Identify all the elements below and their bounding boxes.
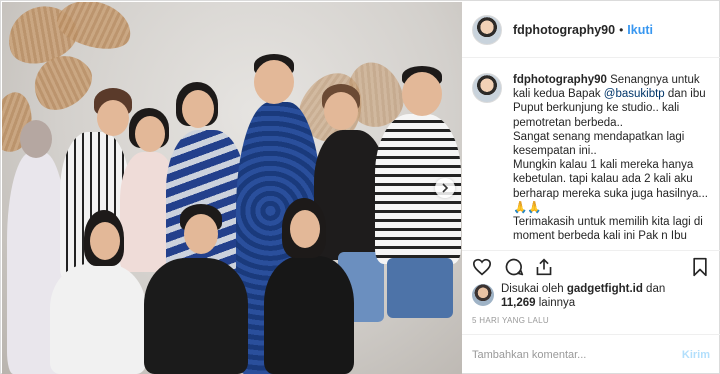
person-head xyxy=(182,90,214,128)
likes-text: Disukai oleh gadgetfight.id dan 11,269 l… xyxy=(501,282,665,310)
separator-dot: • xyxy=(619,22,624,37)
likes-middle: dan xyxy=(642,283,666,295)
likes-prefix: Disukai oleh xyxy=(501,283,567,295)
person-head xyxy=(402,72,442,116)
share-icon[interactable] xyxy=(534,257,554,277)
person-head xyxy=(20,120,52,158)
comment-icon[interactable] xyxy=(504,257,524,277)
post-timestamp[interactable]: 5 HARI YANG LALU xyxy=(472,316,549,325)
caption-text: fdphotography90 Senangnya untuk kali ked… xyxy=(513,73,710,243)
follow-button[interactable]: Ikuti xyxy=(627,23,653,37)
caption-line: Mungkin kalau 1 kali mereka hanya kebetu… xyxy=(513,159,708,200)
caption-username[interactable]: fdphotography90 xyxy=(513,74,607,86)
caption-line: 🙏🙏 xyxy=(513,201,542,214)
caption-mention[interactable]: @basukibtp xyxy=(604,88,665,100)
caption: fdphotography90 Senangnya untuk kali ked… xyxy=(472,73,710,243)
header-username[interactable]: fdphotography90 xyxy=(513,23,615,37)
caption-line: Sangat senang mendapatkan lagi kesempata… xyxy=(513,130,685,158)
post-sidebar: fdphotography90 • Ikuti fdphotography90 … xyxy=(462,2,720,374)
avatar[interactable] xyxy=(472,73,502,103)
person xyxy=(50,264,146,374)
post-header: fdphotography90 • Ikuti xyxy=(462,2,720,58)
heart-icon[interactable] xyxy=(472,257,492,277)
likes-suffix: lainnya xyxy=(535,297,576,309)
post-photo[interactable] xyxy=(2,2,462,374)
add-comment-bar: Tambahkan komentar... Kirim xyxy=(462,334,720,374)
person-head xyxy=(324,92,358,130)
post-dialog: fdphotography90 • Ikuti fdphotography90 … xyxy=(0,0,720,374)
person-head xyxy=(184,214,218,254)
person-head xyxy=(97,100,129,136)
likes-user[interactable]: gadgetfight.id xyxy=(567,283,643,295)
person-head xyxy=(135,116,165,152)
send-button[interactable]: Kirim xyxy=(682,349,710,361)
person-head xyxy=(90,222,120,260)
comment-input[interactable]: Tambahkan komentar... xyxy=(472,349,682,361)
person xyxy=(264,256,354,374)
likes-summary: Disukai oleh gadgetfight.id dan 11,269 l… xyxy=(472,282,665,310)
person-legs xyxy=(387,258,453,318)
person-head xyxy=(290,210,320,248)
avatar[interactable] xyxy=(472,14,502,45)
caption-line: Terimakasih untuk memilih kita lagi di m… xyxy=(513,216,703,243)
action-bar xyxy=(462,250,720,280)
chevron-right-icon[interactable] xyxy=(435,178,455,198)
avatar[interactable] xyxy=(472,284,494,306)
likes-count[interactable]: 11,269 xyxy=(501,297,536,309)
bookmark-icon[interactable] xyxy=(690,257,710,277)
person xyxy=(144,258,248,374)
comments-area: fdphotography90 Senangnya untuk kali ked… xyxy=(462,59,720,249)
person-head xyxy=(254,60,294,104)
